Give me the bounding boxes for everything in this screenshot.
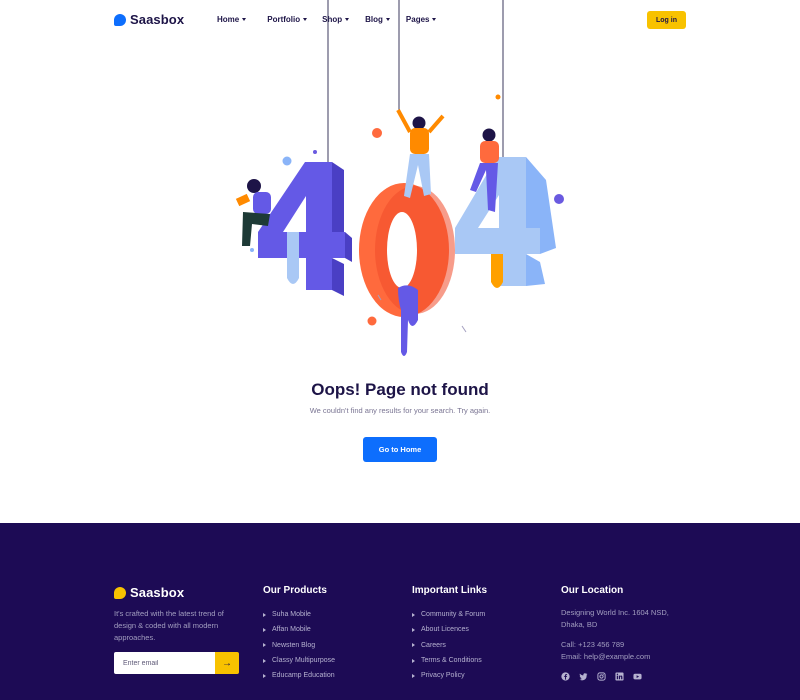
triangle-right-icon [263,612,266,617]
phone-text: Call: +123 456 789 [561,640,625,649]
dot-decoration [495,94,501,100]
digit-four-right [455,157,556,288]
important-links: Community & Forum About Licences Careers… [412,607,487,683]
newsletter-form: → [114,652,239,674]
instagram-icon[interactable] [597,672,606,681]
triangle-right-icon [412,627,415,632]
link-label: Terms & Conditions [421,657,482,665]
link-label: About Licences [421,626,469,634]
column-title: Important Links [412,585,488,596]
footer-location-column: Our Location Designing World Inc. 1604 N… [561,585,669,681]
email-text: Email: help@example.com [561,652,651,661]
footer-link[interactable]: Community & Forum [412,607,487,622]
footer-link[interactable]: Suha Mobile [263,607,335,622]
dot-decoration [250,248,254,252]
email-input[interactable] [114,652,215,674]
footer-links-column: Important Links Community & Forum About … [412,585,487,683]
logo-icon [114,586,126,599]
link-label: Classy Multipurpose [272,657,336,665]
link-label: Educamp Education [272,672,335,680]
digit-four-left [258,162,352,296]
footer-link[interactable]: Educamp Education [263,668,335,683]
twitter-icon[interactable] [579,672,588,681]
footer-link[interactable]: Privacy Policy [412,668,487,683]
dot-decoration [554,194,564,204]
link-label: Suha Mobile [272,611,311,619]
address-line: Designing World Inc. 1604 NSD, [561,608,669,617]
link-label: Community & Forum [421,611,486,619]
footer-link[interactable]: About Licences [412,622,487,637]
facebook-icon[interactable] [561,672,570,681]
triangle-right-icon [412,612,415,617]
social-links [561,672,669,681]
footer-link[interactable]: Newsten Blog [263,638,335,653]
error-title: Oops! Page not found [311,380,489,399]
triangle-right-icon [263,658,266,663]
digit-zero [359,183,455,356]
site-footer: Saasbox It's crafted with the latest tre… [0,523,800,700]
linkedin-icon[interactable] [615,672,624,681]
triangle-right-icon [412,658,415,663]
youtube-icon[interactable] [633,672,642,681]
dot-decoration [367,316,377,326]
footer-products-column: Our Products Suha Mobile Affan Mobile Ne… [263,585,335,683]
footer-brand-name: Saasbox [130,585,185,600]
footer-link[interactable]: Classy Multipurpose [263,653,335,668]
triangle-right-icon [263,627,266,632]
footer-logo[interactable]: Saasbox [114,585,184,600]
column-title: Our Location [561,585,624,596]
product-links: Suha Mobile Affan Mobile Newsten Blog Cl… [263,607,335,683]
triangle-right-icon [263,643,266,648]
footer-link[interactable]: Affan Mobile [263,622,335,637]
link-label: Affan Mobile [272,626,311,634]
go-home-button[interactable]: Go to Home [363,437,437,462]
arrow-right-icon: → [222,657,232,669]
link-label: Newsten Blog [272,641,316,649]
dot-decoration [372,128,382,138]
link-label: Privacy Policy [421,672,465,680]
address-line: Dhaka, BD [561,620,598,629]
error-subtitle: We couldn't find any results for your se… [309,406,491,415]
footer-description: It's crafted with the latest trend of de… [114,609,224,642]
triangle-right-icon [412,643,415,648]
column-title: Our Products [263,585,327,596]
404-illustration [235,0,564,356]
dot-decoration [313,150,317,154]
footer-link[interactable]: Careers [412,638,487,653]
triangle-right-icon [412,673,415,678]
subscribe-button[interactable]: → [215,652,239,674]
dot-decoration [282,156,292,166]
triangle-right-icon [263,673,266,678]
footer-link[interactable]: Terms & Conditions [412,653,487,668]
link-label: Careers [421,641,446,649]
